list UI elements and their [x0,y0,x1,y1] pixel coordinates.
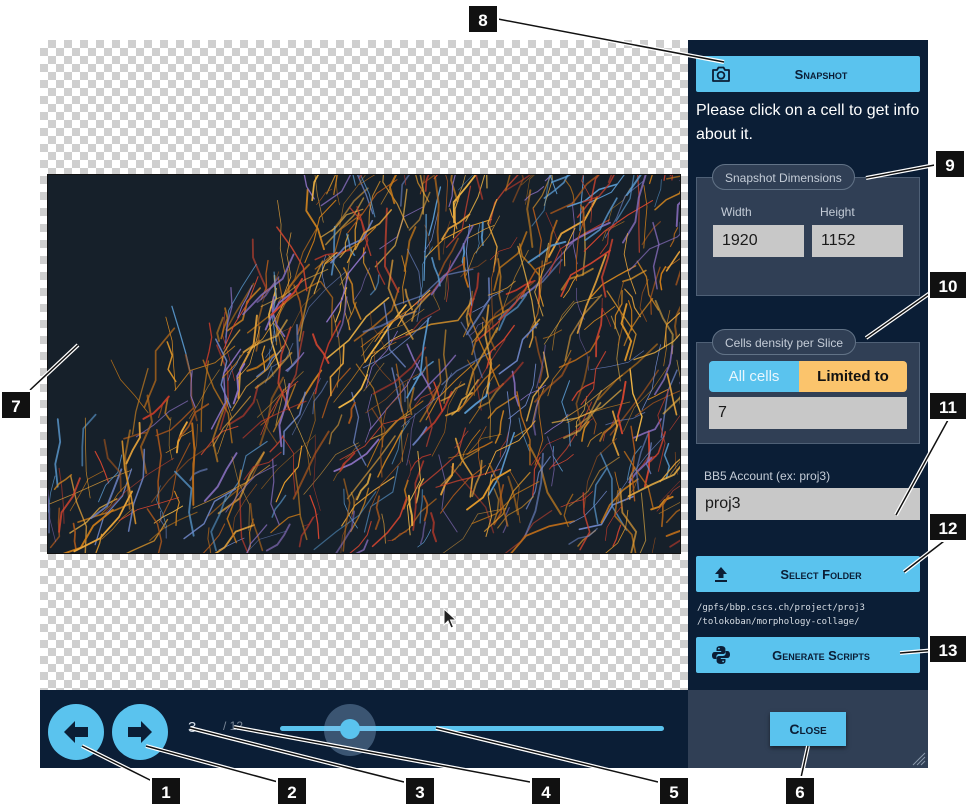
callout-10: 10 [928,270,968,300]
select-folder-button[interactable]: Select Folder [696,556,920,592]
callout-8: 8 [467,4,499,34]
arrow-left-icon [64,721,88,743]
cell-info-message: Please click on a cell to get info about… [696,102,920,143]
callout-11: 11 [928,391,968,421]
height-label: Height [820,205,855,219]
bb5-account-input[interactable]: proj3 [696,488,920,520]
total-frames-label: / 12 [223,719,244,733]
next-frame-button[interactable] [112,704,168,760]
bb5-account-label: BB5 Account (ex: proj3) [704,469,831,483]
current-frame-number: 3 [188,719,197,736]
callout-1: 1 [150,776,182,806]
folder-path-line-2: /tolokoban/morphology-collage/ [697,617,860,627]
frame-slider-thumb[interactable] [340,719,360,739]
callout-13: 13 [928,634,968,664]
callout-4: 4 [530,776,562,806]
callout-3: 3 [404,776,436,806]
generate-scripts-button[interactable]: Generate Scripts [696,637,920,673]
all-cells-option[interactable]: All cells [709,361,799,392]
cells-density-legend: Cells density per Slice [712,329,857,355]
width-label: Width [721,205,752,219]
width-input[interactable]: 1920 [713,225,804,257]
python-icon [710,644,732,666]
callout-9: 9 [934,149,966,179]
callout-5: 5 [658,776,690,806]
close-button[interactable]: Close [770,712,846,746]
folder-path-line-1: /gpfs/bbp.cscs.ch/project/proj3 [697,603,865,613]
callout-12: 12 [928,512,968,542]
snapshot-button[interactable]: Snapshot [696,56,920,92]
callout-2: 2 [276,776,308,806]
morphology-preview-image[interactable] [47,174,681,554]
height-input[interactable]: 1152 [812,225,903,257]
upload-icon [710,563,732,585]
snapshot-dimensions-legend: Snapshot Dimensions [712,164,855,190]
cells-limit-input[interactable]: 7 [709,397,907,429]
arrow-right-icon [128,721,152,743]
callout-7: 7 [0,390,32,420]
mouse-cursor-icon [443,608,457,629]
callout-6: 6 [784,776,816,806]
limited-to-option[interactable]: Limited to [799,361,907,392]
resize-grip-icon[interactable] [910,750,926,766]
previous-frame-button[interactable] [48,704,104,760]
camera-icon [710,63,732,85]
